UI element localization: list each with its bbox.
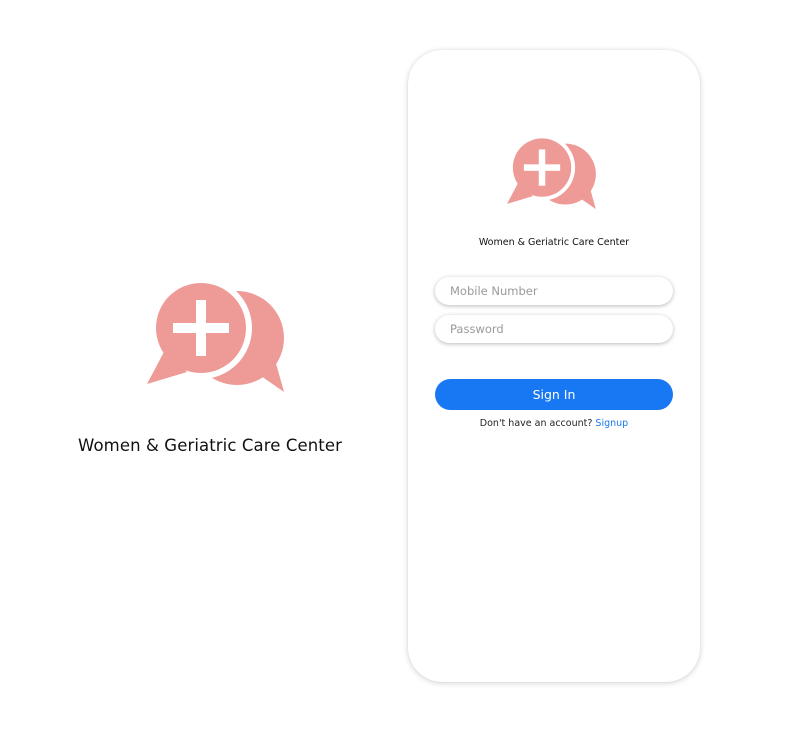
signup-prompt: Don't have an account? Signup	[408, 418, 700, 429]
login-brand-name: Women & Geriatric Care Center	[478, 237, 630, 248]
password-input[interactable]	[435, 315, 673, 343]
login-screen: Women & Geriatric Care Center Sign In Do…	[408, 50, 700, 682]
signup-link[interactable]: Signup	[595, 418, 628, 429]
medical-chat-bubbles-icon	[507, 136, 596, 210]
brand-name: Women & Geriatric Care Center	[78, 436, 342, 455]
no-account-text: Don't have an account?	[479, 418, 593, 429]
medical-chat-bubbles-icon	[147, 280, 284, 392]
mobile-number-input[interactable]	[435, 277, 673, 305]
sign-in-button[interactable]: Sign In	[435, 379, 673, 410]
splash-brand: Women & Geriatric Care Center	[60, 280, 360, 455]
